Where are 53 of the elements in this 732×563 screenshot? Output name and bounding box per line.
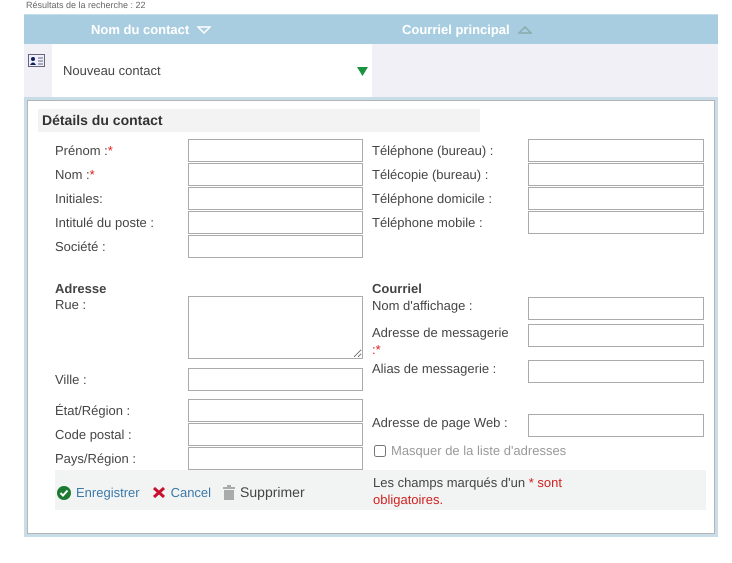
- text-input[interactable]: [528, 414, 704, 437]
- field-label: Téléphone domicile :: [372, 190, 493, 207]
- text-input[interactable]: [188, 423, 363, 446]
- required-note: Les champs marqués d'un * sont obligatoires.: [373, 474, 563, 508]
- results-count: Résultats de la recherche : 22: [25, 0, 147, 12]
- section-heading: Courriel: [372, 282, 423, 296]
- text-input[interactable]: [528, 324, 704, 347]
- text-input[interactable]: [188, 235, 363, 258]
- contact-card-icon: [28, 54, 45, 67]
- field-label: Pays/Région :: [55, 450, 137, 467]
- field-label: Télécopie (bureau) :: [372, 166, 490, 183]
- section-title: Détails du contact: [38, 109, 480, 132]
- text-input[interactable]: [528, 163, 704, 186]
- checkbox-label[interactable]: Masquer de la liste d'adresses: [391, 441, 566, 460]
- text-input[interactable]: [188, 139, 363, 162]
- field-label: Nom d'affichage :: [372, 297, 474, 314]
- cancel-button[interactable]: Cancel: [152, 482, 212, 502]
- close-icon: [152, 486, 166, 499]
- trash-icon: [223, 485, 236, 500]
- text-input[interactable]: [528, 360, 704, 383]
- field-label: Téléphone mobile :: [372, 214, 484, 231]
- text-input[interactable]: [528, 139, 704, 162]
- text-input[interactable]: [188, 211, 363, 234]
- expand-down-icon[interactable]: [357, 66, 368, 76]
- text-area[interactable]: [188, 296, 363, 359]
- sort-up-icon[interactable]: [518, 26, 532, 34]
- section-heading: Adresse: [55, 282, 108, 296]
- save-button[interactable]: Enregistrer: [57, 482, 140, 502]
- field-label: Adresse de messagerie :*: [372, 324, 510, 358]
- sort-down-icon[interactable]: [197, 26, 212, 34]
- text-input[interactable]: [188, 163, 363, 186]
- field-label: Prénom :*: [55, 142, 114, 159]
- field-label: Alias de messagerie :: [372, 360, 498, 377]
- check-circle-icon: [57, 486, 71, 500]
- text-input[interactable]: [188, 368, 363, 391]
- text-input[interactable]: [188, 399, 363, 422]
- text-input[interactable]: [528, 297, 704, 320]
- field-label: État/Région :: [55, 402, 132, 419]
- text-input[interactable]: [188, 447, 363, 470]
- checkbox[interactable]: [374, 444, 386, 457]
- table-cell[interactable]: Nouveau contact: [52, 44, 372, 97]
- field-label: Intitulé du poste :: [55, 214, 156, 231]
- field-label: Code postal :: [55, 426, 133, 443]
- text-input[interactable]: [528, 211, 704, 234]
- field-label: Société :: [55, 238, 107, 255]
- field-label: Adresse de page Web :: [372, 414, 509, 431]
- field-label: Rue :: [55, 296, 88, 313]
- field-label: Initiales:: [55, 190, 104, 207]
- field-label: Téléphone (bureau) :: [372, 142, 494, 159]
- text-input[interactable]: [528, 187, 704, 210]
- text-input[interactable]: [188, 187, 363, 210]
- field-label: Nom :*: [55, 166, 96, 183]
- field-label: Ville :: [55, 371, 88, 388]
